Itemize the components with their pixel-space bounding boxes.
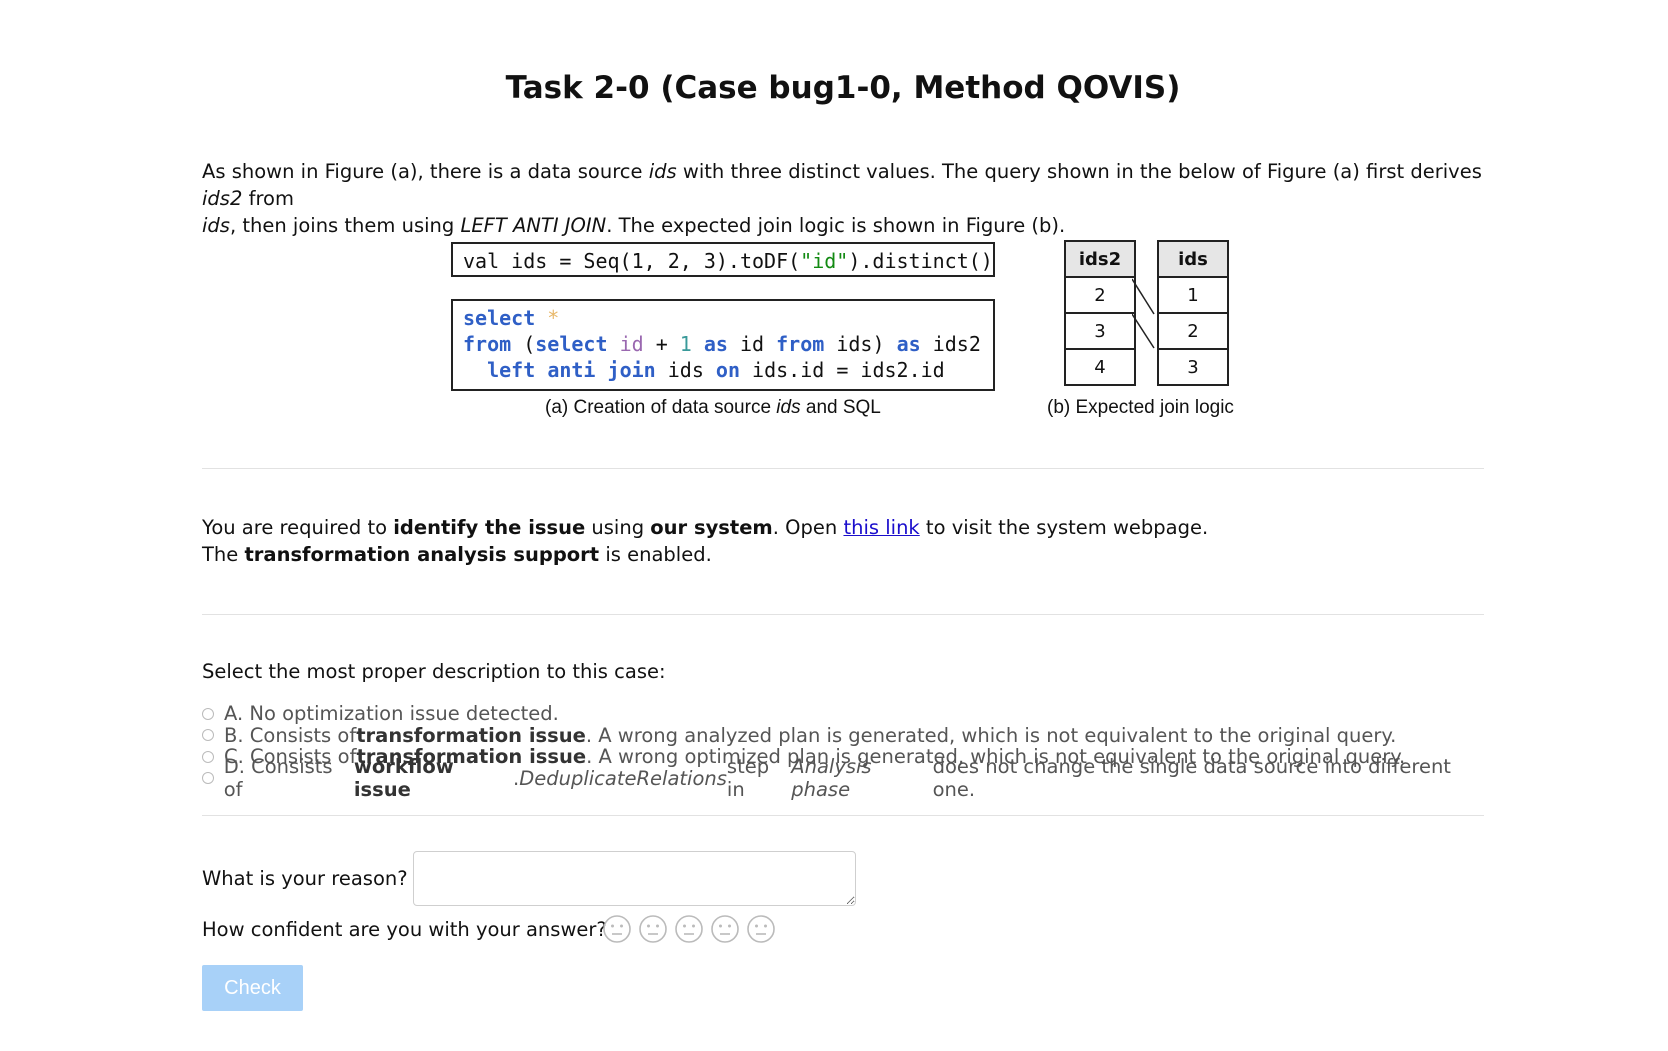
neutral-face-icon[interactable] — [674, 914, 704, 944]
divider — [202, 614, 1484, 615]
ids2-table: ids2 2 3 4 — [1064, 240, 1136, 386]
option-bold: transformation issue — [356, 723, 586, 747]
option-label: . A wrong analyzed plan is generated, wh… — [585, 723, 1397, 747]
intro-ids2: ids2 — [202, 187, 243, 210]
intro-text: As shown in Figure (a), there is a data … — [202, 160, 649, 183]
option-label: D. Consists of — [223, 755, 333, 802]
intro-text: with three distinct values. The query sh… — [676, 160, 1482, 183]
sql-keyword: as — [703, 332, 728, 356]
neutral-face-icon[interactable] — [638, 914, 668, 944]
requirement-text: You are required to identify the issue u… — [202, 514, 1208, 568]
option-bold: workflow issue — [353, 755, 454, 802]
sql-column: id — [619, 332, 644, 356]
option-d[interactable]: D. Consists of workflow issue. Deduplica… — [202, 755, 1484, 801]
code-text: val ids = Seq(1, 2, 3).toDF( — [463, 249, 801, 273]
sql-text: ids.id = ids2.id — [740, 358, 945, 382]
option-label: does not change the single data source i… — [932, 755, 1451, 802]
intro-join: LEFT ANTI JOIN — [460, 214, 607, 237]
option-label: A. No optimization issue detected. — [224, 702, 559, 726]
radio-button[interactable] — [202, 772, 214, 785]
req-text: using — [585, 516, 651, 539]
reason-label: What is your reason? — [202, 867, 408, 890]
system-link[interactable]: this link — [843, 516, 919, 539]
caption-text: and SQL — [800, 397, 881, 418]
sql-text: + — [643, 332, 680, 356]
option-italic: Analysis phase — [791, 755, 872, 802]
req-text: to visit the system webpage. — [919, 516, 1209, 539]
neutral-face-icon[interactable] — [746, 914, 776, 944]
ids2-cell: 3 — [1064, 312, 1136, 350]
option-label: B. Consists of — [224, 723, 357, 747]
req-text: . Open — [772, 516, 844, 539]
ids-cell: 3 — [1157, 348, 1229, 386]
intro-text: . The expected join logic is shown in Fi… — [606, 214, 1066, 237]
req-bold: transformation analysis support — [244, 543, 600, 566]
check-button[interactable]: Check — [202, 965, 303, 1011]
question-title: Select the most proper description to th… — [202, 660, 666, 683]
sql-keyword: anti — [547, 358, 596, 382]
sql-keyword: left — [487, 358, 536, 382]
intro-text: , then joins them using — [229, 214, 461, 237]
intro-paragraph: As shown in Figure (a), there is a data … — [202, 158, 1484, 239]
intro-text: from — [242, 187, 294, 210]
sql-keyword: select — [535, 332, 608, 356]
ids2-header: ids2 — [1064, 240, 1136, 278]
sql-text: ids2 — [920, 332, 981, 356]
reason-input[interactable] — [413, 851, 856, 906]
option-b[interactable]: B. Consists of transformation issue. A w… — [202, 723, 1484, 747]
ids-table: ids 1 2 3 — [1157, 240, 1229, 386]
req-text: The — [202, 543, 245, 566]
caption-ids: ids — [776, 397, 801, 418]
confidence-label: How confident are you with your answer? — [202, 918, 607, 941]
answer-options: A. No optimization issue detected. B. Co… — [202, 702, 1484, 801]
page-title: Task 2-0 (Case bug1-0, Method QOVIS) — [505, 70, 1181, 106]
option-label: step in — [726, 755, 770, 802]
confidence-rating — [602, 914, 776, 944]
req-bold: our system — [650, 516, 773, 539]
req-bold: identify the issue — [393, 516, 586, 539]
sql-text: ids — [655, 358, 716, 382]
code-text: ).distinct() — [848, 249, 993, 273]
req-text: is enabled. — [599, 543, 712, 566]
sql-keyword: from — [776, 332, 825, 356]
figure: val ids = Seq(1, 2, 3).toDF("id").distin… — [202, 240, 1484, 420]
option-a[interactable]: A. No optimization issue detected. — [202, 702, 1484, 726]
sql-number: 1 — [679, 332, 692, 356]
ids2-cell: 2 — [1064, 276, 1136, 314]
ids-header: ids — [1157, 240, 1229, 278]
radio-button[interactable] — [202, 729, 214, 742]
sql-keyword: join — [607, 358, 656, 382]
ids2-cell: 4 — [1064, 348, 1136, 386]
radio-button[interactable] — [202, 707, 214, 720]
caption-a: (a) Creation of data source ids and SQL — [545, 397, 881, 419]
sql-text: ( — [511, 332, 536, 356]
divider — [202, 468, 1484, 469]
option-italic: DeduplicateRelations — [519, 766, 727, 790]
neutral-face-icon[interactable] — [602, 914, 632, 944]
ids-cell: 1 — [1157, 276, 1229, 314]
sql-keyword: select — [463, 306, 536, 330]
sql-keyword: on — [715, 358, 741, 382]
sql-keyword: from — [463, 332, 512, 356]
ids-cell: 2 — [1157, 312, 1229, 350]
sql-text: ids) — [824, 332, 897, 356]
sql-star: * — [547, 306, 560, 330]
neutral-face-icon[interactable] — [710, 914, 740, 944]
code-scala: val ids = Seq(1, 2, 3).toDF("id").distin… — [451, 242, 995, 277]
sql-text: id — [727, 332, 777, 356]
caption-text: (a) Creation of data source — [545, 397, 777, 418]
caption-b: (b) Expected join logic — [1047, 397, 1234, 418]
divider — [202, 815, 1484, 816]
req-text: You are required to — [202, 516, 394, 539]
code-string: "id" — [800, 249, 849, 273]
radio-button[interactable] — [202, 750, 214, 763]
sql-keyword: as — [896, 332, 921, 356]
intro-ids: ids — [648, 160, 677, 183]
code-sql: select * from (select id + 1 as id from … — [451, 299, 995, 391]
intro-ids: ids — [202, 214, 230, 237]
